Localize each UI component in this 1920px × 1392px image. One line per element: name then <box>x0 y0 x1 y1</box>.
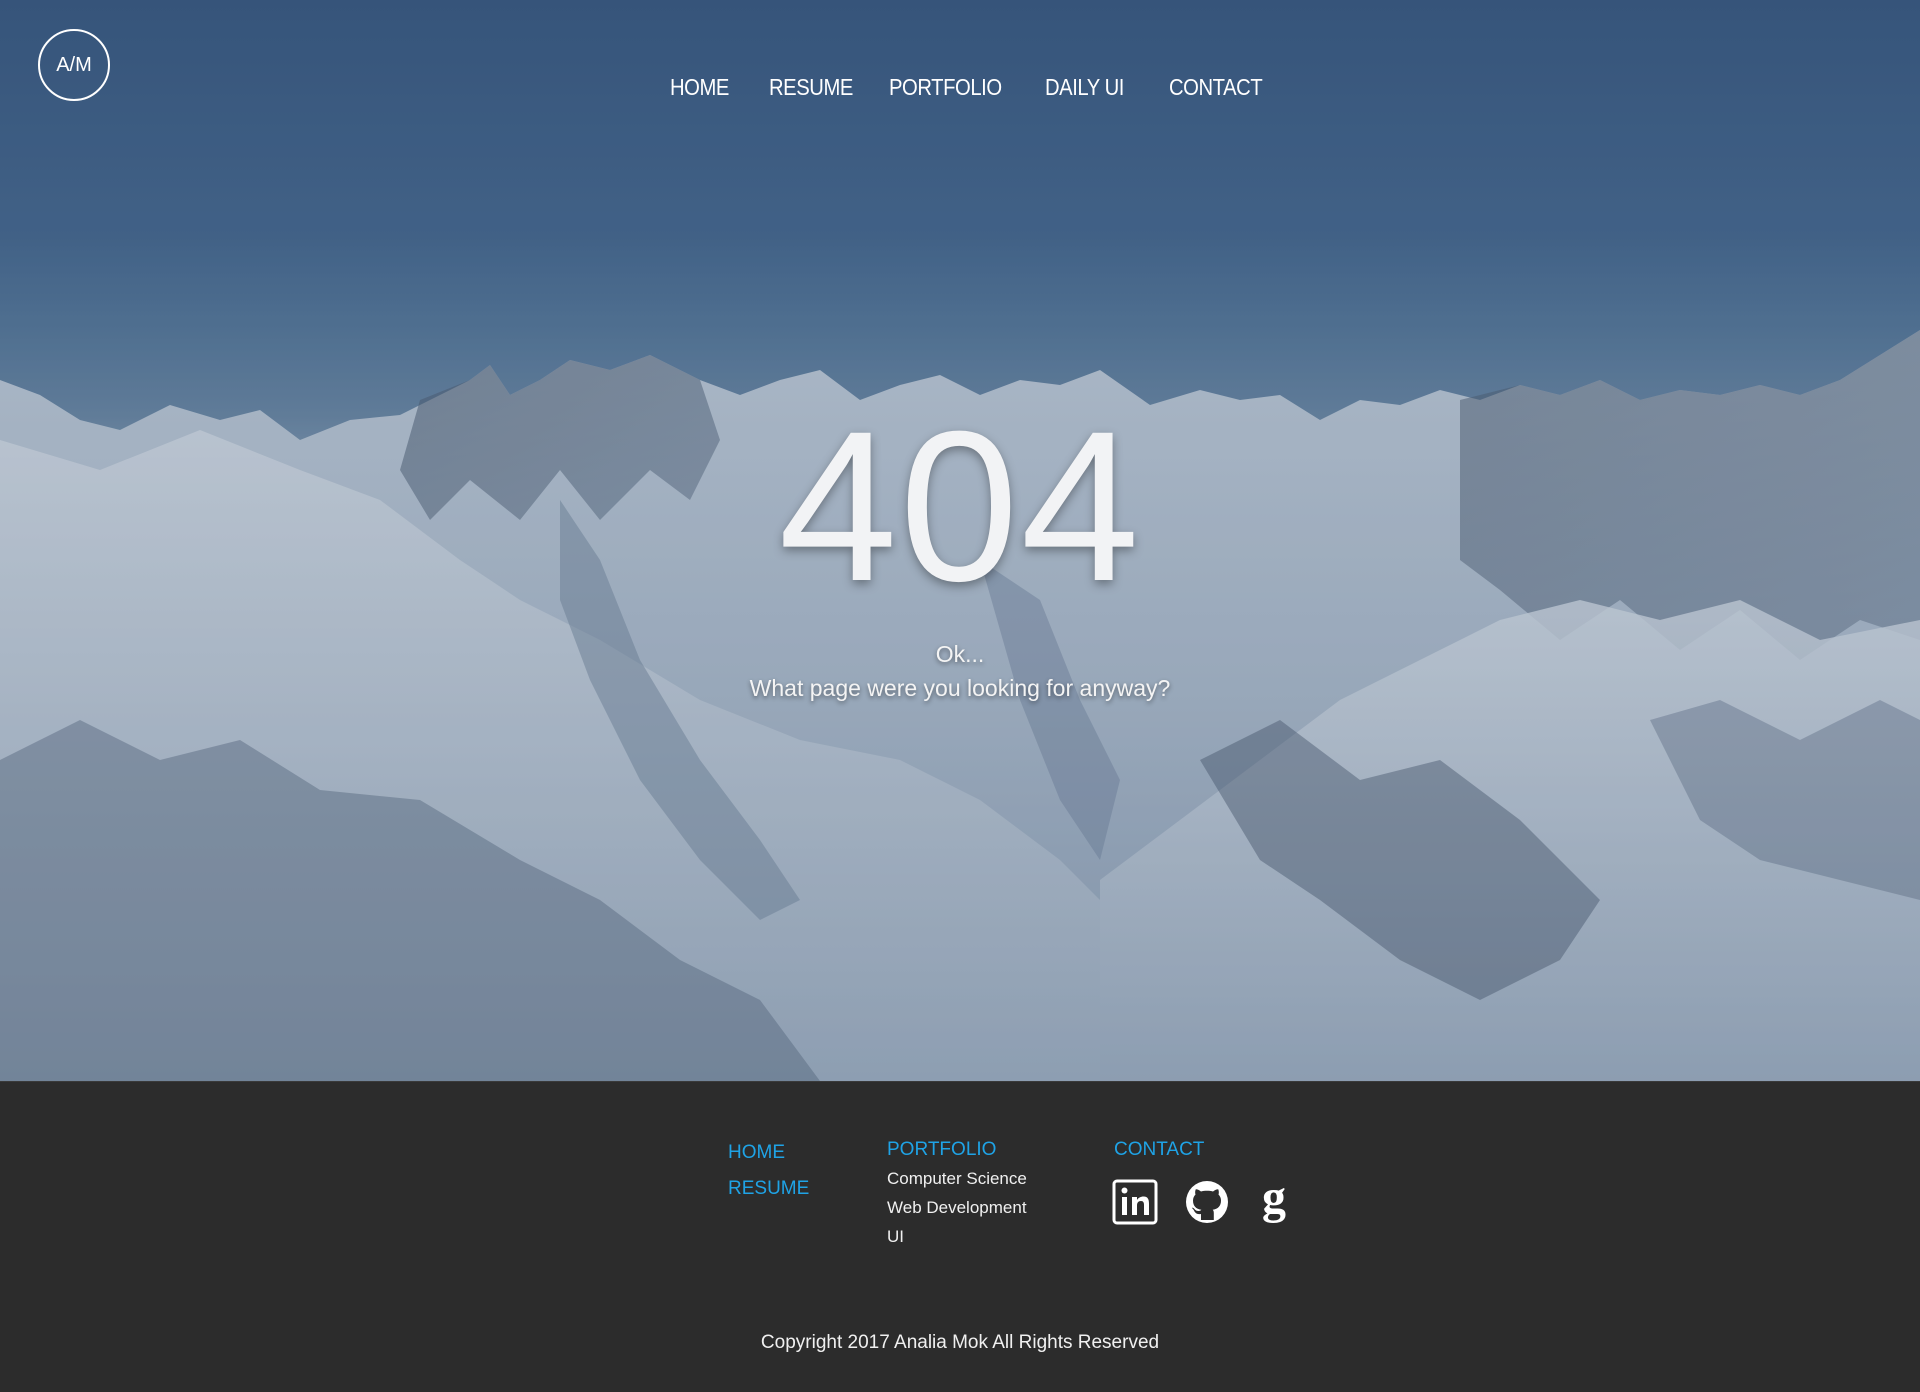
footer-col-contact: CONTACT <box>1114 1139 1204 1161</box>
github-icon[interactable] <box>1184 1179 1230 1230</box>
footer-contact-link[interactable]: CONTACT <box>1114 1139 1204 1161</box>
linkedin-icon[interactable] <box>1112 1179 1158 1230</box>
footer-portfolio-item-webdev[interactable]: Web Development <box>887 1198 1027 1218</box>
error-message-line-2: What page were you looking for anyway? <box>749 675 1171 701</box>
error-message-line-1: Ok... <box>935 641 985 667</box>
footer: HOME RESUME PORTFOLIO Computer Science W… <box>0 1081 1920 1392</box>
page: A/M HOME RESUME PORTFOLIO DAILY UI CONTA… <box>0 0 1920 1392</box>
google-icon[interactable]: g <box>1254 1171 1294 1232</box>
footer-home-link[interactable]: HOME <box>728 1142 809 1164</box>
nav-resume-link[interactable]: RESUME <box>769 74 853 101</box>
footer-resume-link[interactable]: RESUME <box>728 1178 809 1200</box>
copyright-text: Copyright 2017 Analia Mok All Rights Res… <box>760 1332 1160 1353</box>
footer-portfolio-link[interactable]: PORTFOLIO <box>887 1139 1027 1161</box>
nav-portfolio-link[interactable]: PORTFOLIO <box>889 74 1002 101</box>
hero-section: A/M HOME RESUME PORTFOLIO DAILY UI CONTA… <box>0 0 1920 1081</box>
footer-portfolio-item-ui[interactable]: UI <box>887 1227 1027 1247</box>
nav-home-link[interactable]: HOME <box>670 74 729 101</box>
error-code: 404 <box>778 387 1142 626</box>
footer-col-main: HOME RESUME <box>728 1142 809 1200</box>
svg-text:g: g <box>1262 1177 1286 1224</box>
footer-portfolio-item-cs[interactable]: Computer Science <box>887 1169 1027 1189</box>
nav-daily-ui-link[interactable]: DAILY UI <box>1045 74 1124 101</box>
nav-contact-link[interactable]: CONTACT <box>1169 74 1263 101</box>
main-nav: HOME RESUME PORTFOLIO DAILY UI CONTACT <box>0 74 1920 108</box>
footer-col-portfolio: PORTFOLIO Computer Science Web Developme… <box>887 1139 1027 1247</box>
social-links: g <box>1112 1171 1294 1232</box>
